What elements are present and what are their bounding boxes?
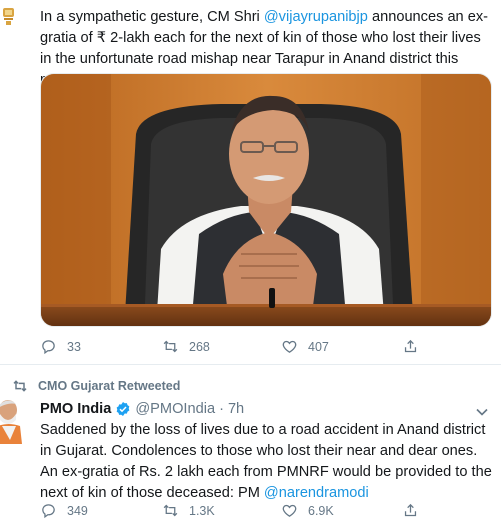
tweet-pmo-india[interactable]: CMO Gujarat Retweeted PMO India @PMOIndi… [0, 365, 501, 529]
tweet-timestamp[interactable]: 7h [228, 401, 244, 417]
like-icon [282, 504, 297, 517]
retweet-button[interactable]: 268 [162, 338, 210, 355]
retweet-icon [163, 504, 178, 517]
reply-count: 349 [67, 503, 88, 518]
tweet-cmo-gujarat[interactable]: In a sympathetic gesture, CM Shri @vijay… [0, 0, 501, 365]
retweet-count: 268 [189, 339, 210, 354]
retweet-count: 1.3K [189, 503, 215, 518]
header-separator: · [219, 401, 224, 417]
caret-down-icon [476, 408, 488, 416]
tweet2-actions: 349 1.3K 6.9K [40, 502, 492, 524]
share-button[interactable] [402, 502, 419, 519]
share-icon [404, 503, 417, 517]
share-icon [404, 339, 417, 353]
reply-button[interactable]: 33 [40, 338, 81, 355]
verified-icon [117, 402, 130, 416]
mention-narendramodi[interactable]: @narendramodi [264, 485, 369, 501]
retweet-icon [13, 380, 27, 392]
retweet-icon [163, 340, 178, 353]
reply-count: 33 [67, 339, 81, 354]
retweet-context: CMO Gujarat Retweeted [12, 378, 180, 394]
tweet-text: Saddened by the loss of lives due to a r… [40, 420, 494, 504]
photo-cm-at-desk [41, 74, 491, 326]
author-name[interactable]: PMO India [40, 401, 111, 417]
avatar-portrait [0, 396, 26, 444]
tweet-header: PMO India @PMOIndia · 7h [40, 401, 244, 417]
reply-icon [42, 504, 55, 519]
retweet-button[interactable]: 1.3K [162, 502, 215, 519]
share-button[interactable] [402, 338, 419, 355]
tweet-photo[interactable] [40, 73, 492, 327]
tweet1-actions: 33 268 407 [40, 338, 492, 360]
reply-button[interactable]: 349 [40, 502, 88, 519]
like-button[interactable]: 6.9K [281, 502, 334, 519]
cmo-gujarat-avatar[interactable] [0, 4, 18, 30]
mention-vijayrupanibjp[interactable]: @vijayrupanibjp [264, 9, 368, 25]
emblem-icon [0, 4, 18, 30]
pmo-india-avatar[interactable] [0, 396, 26, 444]
like-icon [282, 340, 297, 353]
author-handle[interactable]: @PMOIndia [135, 401, 215, 417]
retweeted-by-label[interactable]: CMO Gujarat Retweeted [38, 379, 180, 393]
more-options-button[interactable] [472, 402, 492, 422]
like-count: 407 [308, 339, 329, 354]
reply-icon [42, 340, 55, 355]
like-button[interactable]: 407 [281, 338, 329, 355]
tweet-text-prefix: In a sympathetic gesture, CM Shri [40, 9, 264, 25]
like-count: 6.9K [308, 503, 334, 518]
